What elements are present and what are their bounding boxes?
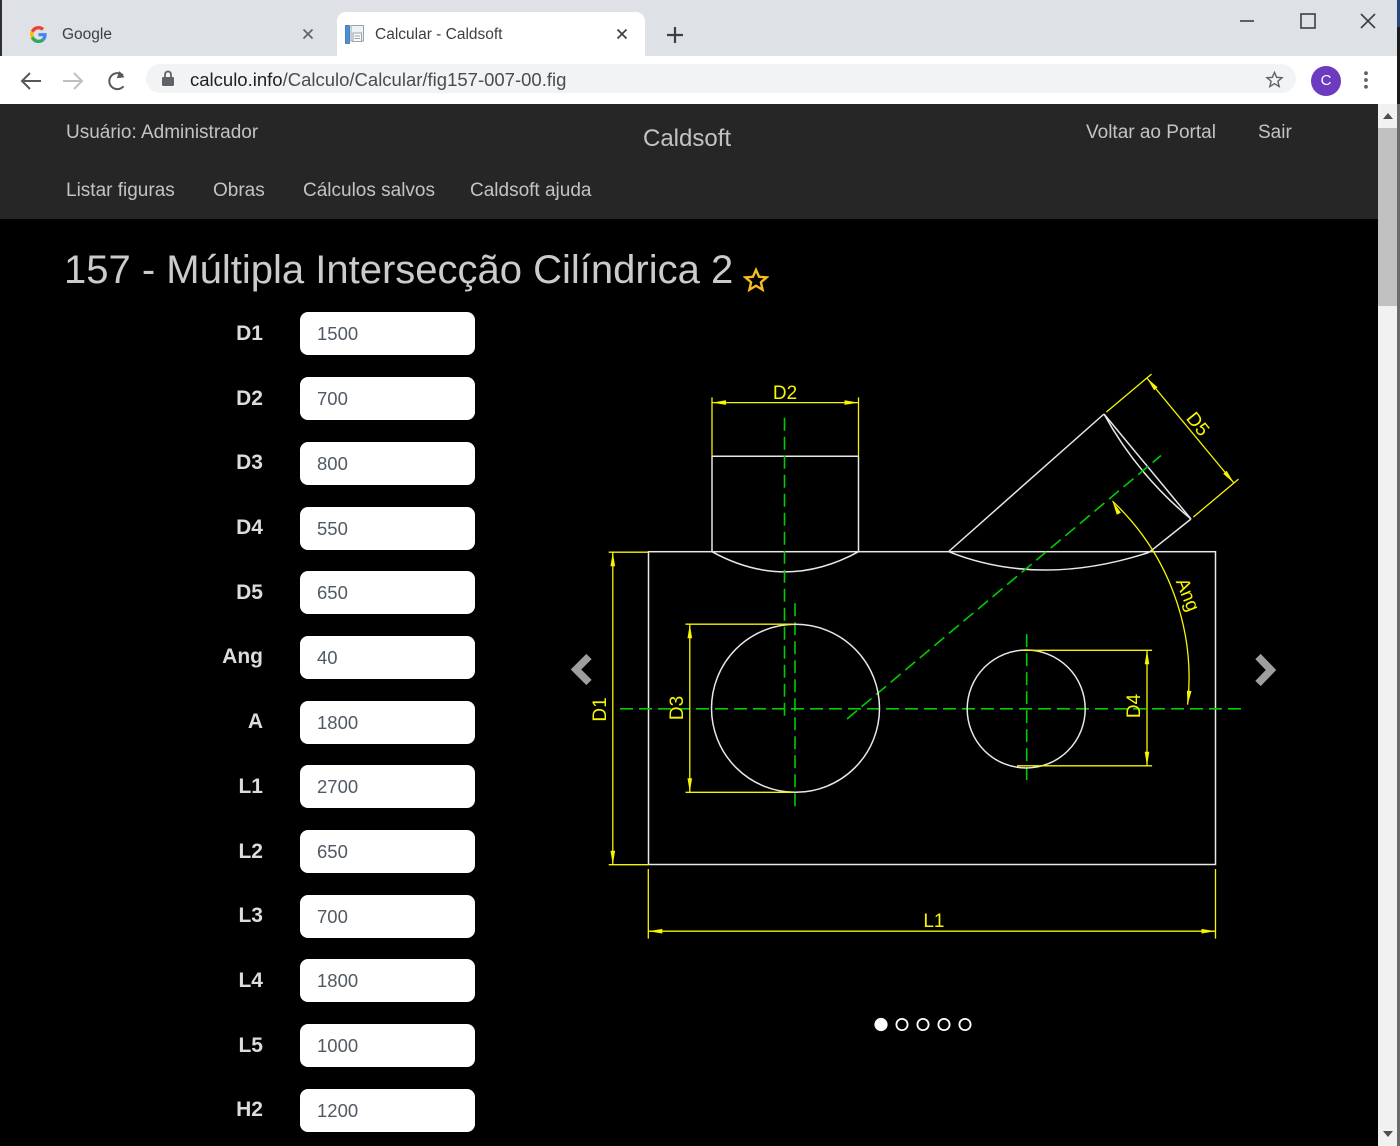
svg-text:Ang: Ang (1171, 575, 1203, 614)
svg-text:D3: D3 (667, 696, 688, 720)
svg-text:D4: D4 (1124, 693, 1145, 718)
svg-text:L1: L1 (923, 911, 944, 932)
svg-text:D1: D1 (590, 697, 611, 721)
svg-text:D2: D2 (773, 383, 797, 404)
svg-text:D5: D5 (1181, 408, 1213, 440)
